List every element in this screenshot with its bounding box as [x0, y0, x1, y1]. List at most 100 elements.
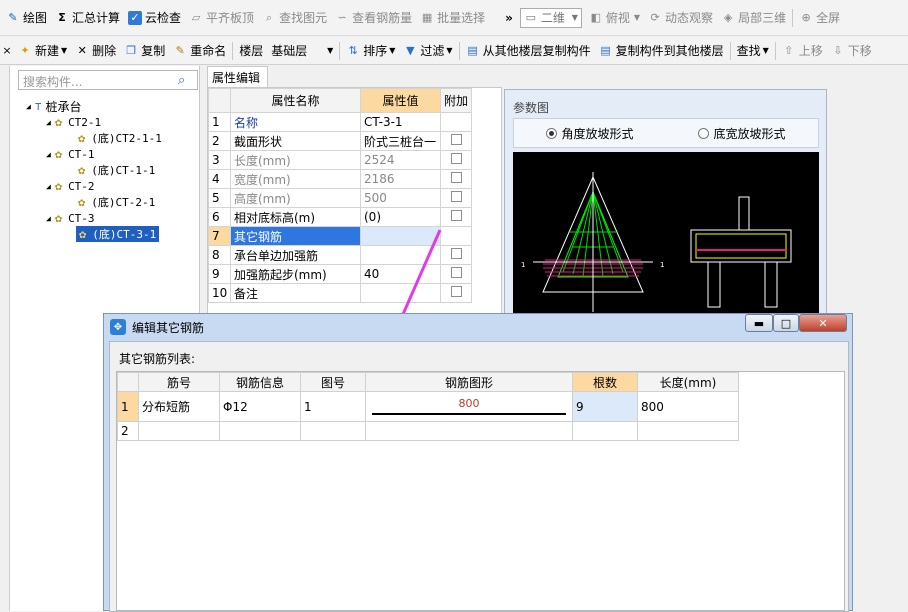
extra-checkbox[interactable] — [450, 267, 462, 278]
tree-group-ct2-1[interactable]: ◢ ✿ CT2-1 — [46, 114, 101, 130]
cloud-check-button[interactable]: ✓ 云检查 — [124, 6, 185, 30]
find-element-button[interactable]: ⌕ 查找图元 — [258, 6, 331, 30]
table-row[interactable]: 3 长度(mm) 2524 — [208, 150, 472, 170]
fig-no-cell[interactable]: 1 — [300, 391, 366, 422]
extra-checkbox[interactable] — [450, 134, 462, 145]
copy-to-icon: ▤ — [600, 44, 611, 57]
chevron-down-icon: ▼ — [633, 13, 641, 22]
align-top-button[interactable]: ▱ 平齐板顶 — [185, 6, 258, 30]
new-button[interactable]: ✦ 新建 ▼ — [14, 39, 71, 63]
tree-item-ct2-1-1[interactable]: ✿ (底)CT2-1-1 — [78, 130, 162, 146]
tree-item-ct-1-1[interactable]: ✿ (底)CT-1-1 — [78, 162, 155, 178]
extra-checkbox[interactable] — [450, 210, 462, 221]
extra-checkbox[interactable] — [450, 286, 462, 297]
attr-value-cell[interactable]: (0) — [360, 207, 441, 227]
fullscreen-button[interactable]: ⊕ 全屏 — [795, 6, 844, 30]
collapse-icon[interactable]: ◢ — [46, 150, 51, 159]
extra-checkbox[interactable] — [450, 153, 462, 164]
view-mode-icon: ▭ — [525, 11, 537, 24]
copy-from-floor-button[interactable]: ▤ 从其他楼层复制构件 — [462, 39, 595, 63]
bar-info-cell[interactable]: Φ12 — [219, 391, 301, 422]
delete-button[interactable]: ✕ 删除 — [71, 39, 120, 63]
minimize-button[interactable]: ▬ — [745, 314, 773, 332]
move-up-button[interactable]: ⇧ 上移 — [778, 39, 827, 63]
attr-value-cell[interactable]: 2186 — [360, 169, 441, 189]
table-row[interactable]: 6 相对底标高(m) (0) — [208, 207, 472, 227]
extra-checkbox[interactable] — [450, 248, 462, 259]
floor-select[interactable]: 基础层 ▼ — [267, 39, 337, 63]
find-element-icon: ⌕ — [265, 10, 273, 24]
search-icon[interactable]: ⌕ — [178, 73, 185, 88]
bar-name-cell[interactable]: 分布短筋 — [138, 391, 220, 422]
extra-checkbox[interactable] — [450, 191, 462, 202]
tab-attribute-edit[interactable]: 属性编辑 — [207, 66, 268, 87]
collapse-icon[interactable]: ◢ — [46, 214, 51, 223]
tree-group-ct-1[interactable]: ◢ ✿ CT-1 — [46, 146, 95, 162]
bar-name-cell[interactable] — [138, 421, 220, 441]
table-row[interactable]: 5 高度(mm) 500 — [208, 188, 472, 208]
chevron-down-icon: ▼ — [61, 46, 68, 55]
sort-button[interactable]: ⇅ 排序 ▼ — [342, 39, 399, 63]
copy-to-floor-button[interactable]: ▤ 复制构件到其他楼层 — [595, 39, 728, 63]
attr-value-cell[interactable]: CT-3-1 — [360, 112, 441, 132]
attr-extra-header: 附加 — [440, 88, 472, 113]
length-cell[interactable] — [637, 421, 739, 441]
table-row[interactable]: 1 名称 CT-3-1 — [208, 112, 472, 132]
maximize-button[interactable]: □ — [773, 314, 799, 332]
batch-select-button[interactable]: ▦ 批量选择 — [416, 6, 489, 30]
rename-button[interactable]: ✎ 重命名 — [169, 39, 230, 63]
tree-item-ct-3-1[interactable]: ✿ (底)CT-3-1 — [76, 226, 160, 242]
attr-value-cell[interactable]: 阶式三桩台一 — [360, 131, 441, 151]
table-row[interactable]: 2 截面形状 阶式三桩台一 — [208, 131, 472, 151]
chevron-down-icon: ▼ — [446, 46, 453, 55]
count-cell[interactable]: 9 — [572, 391, 638, 422]
sort-icon: ⇅ — [348, 44, 358, 57]
attr-value-cell[interactable]: 500 — [360, 188, 441, 208]
angle-slope-radio[interactable]: 角度放坡形式 — [546, 125, 634, 142]
dynamic-view-button[interactable]: ⟳ 动态观察 — [644, 6, 717, 30]
view-mode-select[interactable]: ▭ 二维 ▼ — [519, 7, 582, 28]
filter-button[interactable]: ▼ 过滤 ▼ — [399, 39, 456, 63]
top-view-button[interactable]: ◧ 俯视 ▼ — [585, 6, 644, 30]
count-cell[interactable] — [572, 421, 638, 441]
close-icon[interactable]: × — [0, 44, 14, 57]
attr-value-cell[interactable]: 2524 — [360, 150, 441, 170]
move-down-button[interactable]: ⇩ 下移 — [827, 39, 876, 63]
toolbar-divider — [729, 41, 731, 60]
table-row[interactable]: 2 — [117, 421, 739, 441]
copy-button[interactable]: ❐ 复制 — [120, 39, 169, 63]
close-button[interactable]: ✕ — [799, 314, 847, 332]
view-rebar-icon: ∽ — [337, 11, 347, 24]
table-row[interactable]: 1 分布短筋 Φ12 1 800 9 800 — [117, 391, 739, 422]
gear-icon: ✿ — [78, 195, 86, 209]
filter-icon: ▼ — [406, 44, 415, 57]
tree-group-ct-3[interactable]: ◢ ✿ CT-3 — [46, 210, 95, 226]
tree-root[interactable]: ◢ ⊤ 桩承台 — [26, 98, 81, 114]
more-button[interactable]: » — [501, 6, 517, 30]
param-title: 参数图 — [513, 101, 550, 115]
local-3d-button[interactable]: ◈ 局部三维 — [717, 6, 790, 30]
extra-checkbox[interactable] — [450, 172, 462, 183]
table-row[interactable]: 4 宽度(mm) 2186 — [208, 169, 472, 189]
collapse-icon[interactable]: ◢ — [46, 182, 51, 191]
tree-item-ct-2-1[interactable]: ✿ (底)CT-2-1 — [78, 194, 155, 210]
bar-shape-cell[interactable]: 800 — [365, 391, 573, 422]
width-slope-radio[interactable]: 底宽放坡形式 — [698, 125, 786, 142]
fig-no-cell[interactable] — [300, 421, 366, 441]
attr-value-header: 属性值 — [360, 88, 441, 113]
collapse-icon[interactable]: ◢ — [26, 102, 31, 111]
bar-shape-cell[interactable] — [365, 421, 573, 441]
sum-calc-button[interactable]: Σ 汇总计算 — [51, 6, 124, 30]
view-rebar-button[interactable]: ∽ 查看钢筋量 — [331, 6, 416, 30]
collapse-icon[interactable]: ◢ — [46, 118, 51, 127]
chevron-down-icon: ▼ — [571, 13, 578, 22]
search-input[interactable]: 搜索构件... — [18, 70, 198, 90]
length-cell[interactable]: 800 — [637, 391, 739, 422]
bar-info-cell[interactable] — [219, 421, 301, 441]
floor-label: 楼层 — [239, 44, 264, 58]
tree-group-ct-2[interactable]: ◢ ✿ CT-2 — [46, 178, 95, 194]
dialog-app-icon: ✥ — [110, 319, 126, 335]
draw-button[interactable]: ✎ 绘图 — [2, 6, 51, 30]
delete-icon: ✕ — [77, 44, 87, 57]
find-button[interactable]: 查找 ▼ — [733, 39, 773, 63]
